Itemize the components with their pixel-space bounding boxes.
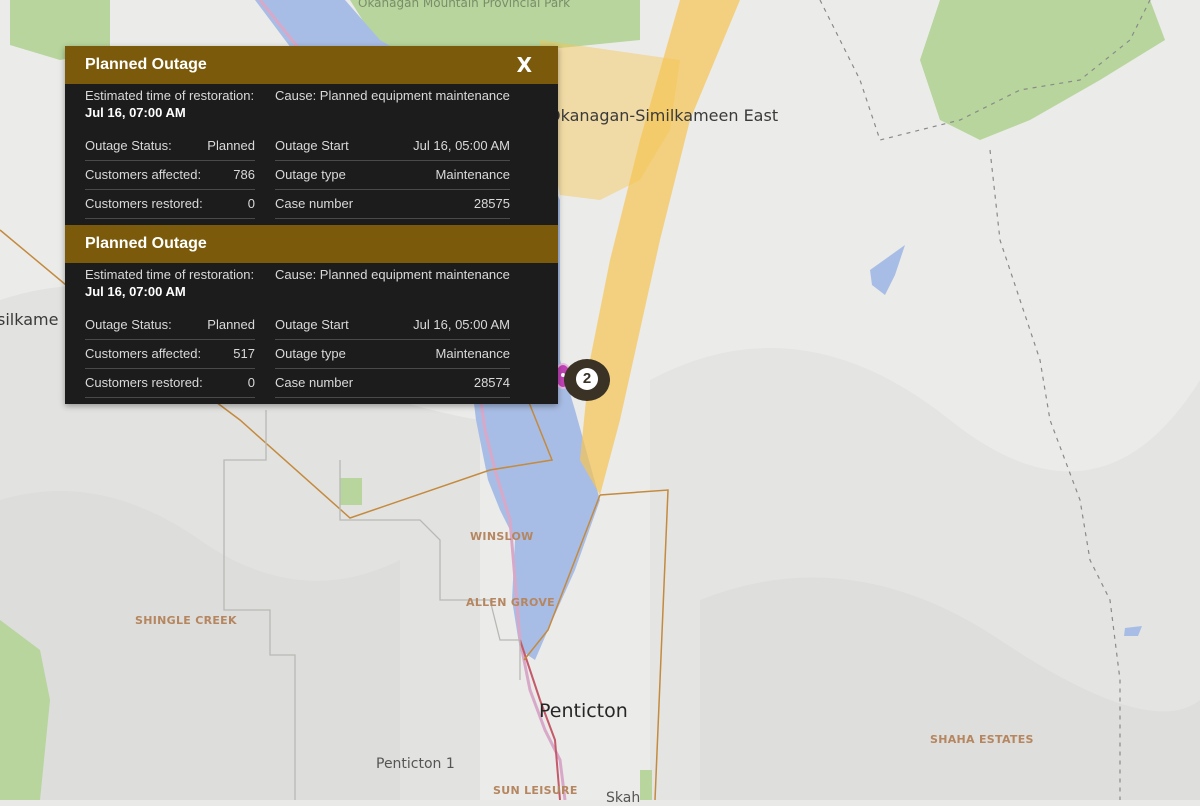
cluster-count[interactable]: 2 xyxy=(576,368,598,390)
field-label: Outage Status: xyxy=(85,138,172,153)
field-value: 28575 xyxy=(473,196,510,211)
eta-value: Jul 16, 07:00 AM xyxy=(85,105,186,120)
city-label-penticton: Penticton xyxy=(539,700,628,722)
customers-affected-row: Customers affected: 517 xyxy=(85,340,255,369)
cause-text: Cause: Planned equipment maintenance xyxy=(275,88,510,103)
outage-type-row: Outage type Maintenance xyxy=(275,161,510,190)
outage-section: Planned Outage Estimated time of restora… xyxy=(65,225,558,404)
locality-label-allen-grove: ALLEN GROVE xyxy=(466,596,555,609)
field-value: 0 xyxy=(247,196,255,211)
outage-popup: Planned Outage X Estimated time of resto… xyxy=(65,46,558,404)
field-label: Outage type xyxy=(275,167,346,182)
outage-marker[interactable]: 2 xyxy=(554,359,612,403)
field-value: 0 xyxy=(247,375,255,390)
locality-label-shingle-creek: SHINGLE CREEK xyxy=(135,614,237,627)
outage-type-row: Outage type Maintenance xyxy=(275,340,510,369)
case-number-row: Case number 28574 xyxy=(275,369,510,398)
customers-affected-row: Customers affected: 786 xyxy=(85,161,255,190)
outage-start-row: Outage Start Jul 16, 05:00 AM xyxy=(275,311,510,340)
case-number-row: Case number 28575 xyxy=(275,190,510,219)
eta-label: Estimated time of restoration: xyxy=(85,267,255,282)
outage-status-row: Outage Status: Planned xyxy=(85,132,255,161)
field-value: Planned xyxy=(207,317,255,332)
region-label-east: Okanagan-Similkameen East xyxy=(548,106,779,125)
field-label: Outage Start xyxy=(275,138,349,153)
field-label: Customers affected: xyxy=(85,167,202,182)
field-label: Customers restored: xyxy=(85,196,203,211)
field-label: Case number xyxy=(275,375,354,390)
field-value: 786 xyxy=(233,167,255,182)
field-value: Planned xyxy=(207,138,255,153)
close-icon[interactable]: X xyxy=(517,46,532,84)
locality-label-shaha-estates: SHAHA ESTATES xyxy=(930,733,1034,746)
field-value: Jul 16, 05:00 AM xyxy=(413,138,510,153)
field-value: 517 xyxy=(233,346,255,361)
outage-section: Planned Outage X Estimated time of resto… xyxy=(65,46,558,225)
region-label-west: silkame xyxy=(0,310,59,329)
field-value: Maintenance xyxy=(435,167,510,182)
cause-text: Cause: Planned equipment maintenance xyxy=(275,267,510,282)
district-label-penticton-1: Penticton 1 xyxy=(376,756,455,772)
eta-label: Estimated time of restoration: xyxy=(85,88,255,103)
field-label: Outage Start xyxy=(275,317,349,332)
field-value: Jul 16, 05:00 AM xyxy=(413,317,510,332)
field-value: 28574 xyxy=(473,375,510,390)
outage-header: Planned Outage xyxy=(65,225,558,263)
outage-start-row: Outage Start Jul 16, 05:00 AM xyxy=(275,132,510,161)
field-label: Outage Status: xyxy=(85,317,172,332)
field-label: Customers affected: xyxy=(85,346,202,361)
outage-title: Planned Outage xyxy=(85,56,207,73)
locality-label-skaha: Skah xyxy=(606,790,641,806)
customers-restored-row: Customers restored: 0 xyxy=(85,190,255,219)
outage-header: Planned Outage X xyxy=(65,46,558,84)
field-label: Outage type xyxy=(275,346,346,361)
eta-value: Jul 16, 07:00 AM xyxy=(85,284,186,299)
customers-restored-row: Customers restored: 0 xyxy=(85,369,255,398)
field-value: Maintenance xyxy=(435,346,510,361)
field-label: Case number xyxy=(275,196,354,211)
locality-label-sun-leisure: SUN LEISURE xyxy=(493,784,578,797)
outage-status-row: Outage Status: Planned xyxy=(85,311,255,340)
park-label: Okanagan Mountain Provincial Park xyxy=(358,0,571,10)
locality-label-winslow: WINSLOW xyxy=(470,530,534,543)
field-label: Customers restored: xyxy=(85,375,203,390)
outage-title: Planned Outage xyxy=(85,235,207,252)
